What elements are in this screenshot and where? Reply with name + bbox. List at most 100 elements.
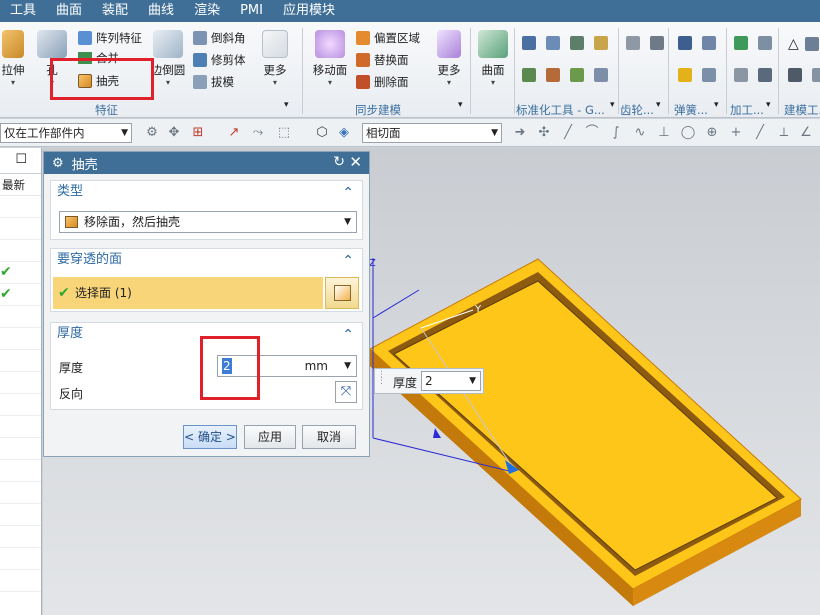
face-selector-button[interactable]	[325, 277, 359, 309]
extrude-button[interactable]: 拉伸 ▾	[0, 30, 26, 87]
chevron-down-icon[interactable]: ▾	[714, 100, 719, 110]
list-item[interactable]: ✔	[0, 284, 41, 306]
surface-button[interactable]: 曲面 ▾	[476, 30, 510, 87]
select-point-icon[interactable]: ⊞	[190, 125, 206, 141]
tool-icon[interactable]	[522, 68, 536, 82]
solid-icon[interactable]: ⬡	[314, 125, 330, 141]
list-item[interactable]	[0, 482, 41, 504]
list-item[interactable]	[0, 372, 41, 394]
gear-icon[interactable]: ⚙	[52, 156, 64, 171]
filter-icon[interactable]: ⚙	[144, 125, 160, 141]
chevron-down-icon[interactable]: ▾	[610, 100, 615, 110]
modeling-icon[interactable]	[788, 68, 802, 82]
draft-button[interactable]: 拔模	[193, 74, 234, 90]
list-item[interactable]	[0, 526, 41, 548]
tool-icon[interactable]	[546, 36, 560, 50]
edge-blend-button[interactable]: 边倒圆 ▾	[150, 30, 186, 87]
collapse-icon[interactable]: ⌃	[342, 182, 354, 204]
cursor-icon[interactable]: ↗	[226, 125, 242, 141]
modeling-icon[interactable]	[804, 37, 819, 51]
angle-icon[interactable]: ∠	[798, 125, 814, 141]
latest-column-header[interactable]: 最新	[0, 174, 41, 196]
tool-icon[interactable]	[594, 36, 608, 50]
spring-icon[interactable]	[702, 36, 716, 50]
apply-button[interactable]: 应用	[244, 425, 296, 449]
cube-icon[interactable]: ◈	[336, 125, 352, 141]
list-item[interactable]	[0, 570, 41, 592]
more-feature-button[interactable]: 更多 ▾	[258, 30, 292, 87]
type-select[interactable]: 移除面，然后抽壳 ▼	[59, 211, 357, 233]
move-face-button[interactable]: 移动面 ▾	[310, 30, 350, 87]
trim-body-button[interactable]: 修剪体	[193, 52, 246, 68]
arrow-right-icon[interactable]: ➜	[512, 125, 528, 141]
list-item[interactable]	[0, 350, 41, 372]
chevron-down-icon[interactable]: ▾	[284, 100, 289, 110]
list-item[interactable]	[0, 438, 41, 460]
machining-icon[interactable]	[734, 36, 748, 50]
spring-icon[interactable]	[678, 36, 692, 50]
chevron-down-icon[interactable]: ▾	[458, 100, 463, 110]
list-item[interactable]: ✔	[0, 262, 41, 284]
tool-icon[interactable]	[546, 68, 560, 82]
snap-icon[interactable]: ✥	[166, 125, 182, 141]
list-item[interactable]	[0, 328, 41, 350]
more-sync-button[interactable]: 更多 ▾	[432, 30, 466, 87]
scope-combo[interactable]: 仅在工作部件内 ▼	[0, 123, 132, 143]
offset-region-button[interactable]: 偏置区域	[356, 30, 420, 46]
collapse-icon[interactable]: ⌃	[342, 250, 354, 272]
pierce-face-section-header[interactable]: 要穿透的面 ⌃	[51, 249, 362, 271]
list-item[interactable]	[0, 240, 41, 262]
chevron-down-icon[interactable]: ▼	[344, 356, 351, 376]
menu-curve[interactable]: 曲线	[138, 0, 184, 22]
drag-handle-icon[interactable]: ⋮ ⋮	[377, 371, 386, 386]
spline-icon[interactable]: ∿	[632, 125, 648, 141]
tool-icon[interactable]	[570, 68, 584, 82]
spring-icon[interactable]	[702, 68, 716, 82]
select-face-row[interactable]: ✔ 选择面 (1)	[53, 277, 323, 309]
circle-icon[interactable]: ◯	[680, 125, 696, 141]
menu-app-modules[interactable]: 应用模块	[273, 0, 345, 22]
tool-icon[interactable]	[522, 36, 536, 50]
menu-assembly[interactable]: 装配	[92, 0, 138, 22]
thickness-callout[interactable]: ⋮ ⋮ 厚度 2 ▼	[374, 368, 484, 394]
list-item[interactable]	[0, 218, 41, 240]
menu-tools[interactable]: 工具	[0, 0, 46, 22]
callout-input[interactable]: 2 ▼	[421, 371, 481, 391]
tangent-icon[interactable]: ⊥	[656, 125, 672, 141]
gear-icon[interactable]	[626, 36, 640, 50]
center-icon[interactable]: ⊕	[704, 125, 720, 141]
arc-icon[interactable]: ⌒	[584, 125, 600, 141]
collapse-icon[interactable]: ⌃	[342, 324, 354, 346]
reset-icon[interactable]: ↻	[333, 154, 345, 170]
slash-icon[interactable]: ╱	[752, 125, 768, 141]
list-item[interactable]	[0, 394, 41, 416]
tool-icon[interactable]	[594, 68, 608, 82]
perp-icon[interactable]: ⟂	[776, 125, 792, 141]
list-item[interactable]	[0, 306, 41, 328]
plus-icon[interactable]: +	[728, 125, 744, 141]
replace-face-button[interactable]: 替换面	[356, 52, 409, 68]
cancel-button[interactable]: 取消	[302, 425, 356, 449]
machining-icon[interactable]	[758, 36, 772, 50]
type-section-header[interactable]: 类型 ⌃	[51, 181, 362, 203]
list-item[interactable]	[0, 460, 41, 482]
machining-icon[interactable]	[734, 68, 748, 82]
list-item[interactable]	[0, 504, 41, 526]
maximize-icon[interactable]: ☐	[15, 152, 27, 167]
list-item[interactable]	[0, 548, 41, 570]
chevron-down-icon[interactable]: ▾	[766, 100, 771, 110]
menu-pmi[interactable]: PMI	[230, 0, 273, 22]
delete-face-button[interactable]: 删除面	[356, 74, 409, 90]
pattern-feature-button[interactable]: 阵列特征	[78, 30, 142, 46]
triangle-icon[interactable]: △	[788, 36, 799, 52]
list-item[interactable]	[0, 196, 41, 218]
menu-render[interactable]: 渲染	[184, 0, 230, 22]
chevron-down-icon[interactable]: ▾	[656, 100, 661, 110]
line-icon[interactable]: ╱	[560, 125, 576, 141]
ok-button[interactable]: < 确定 >	[183, 425, 237, 449]
tool-icon[interactable]	[570, 36, 584, 50]
curve-icon[interactable]: ∫	[608, 125, 624, 141]
snap-grid-icon[interactable]: ✣	[536, 125, 552, 141]
chamfer-button[interactable]: 倒斜角	[193, 30, 246, 46]
link-icon[interactable]: ⤳	[250, 125, 266, 141]
